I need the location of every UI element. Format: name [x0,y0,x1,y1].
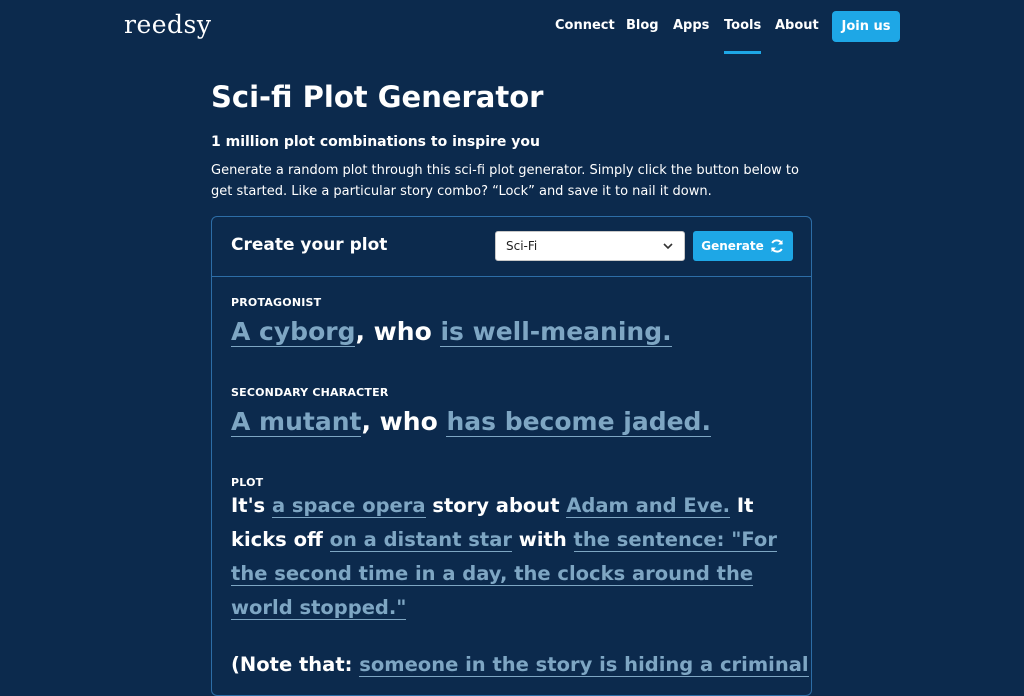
plot-paragraph: It's a space opera story about Adam and … [231,489,796,625]
plot-text-2: story about [425,494,567,517]
plot-text-4: with [512,528,574,551]
generate-button[interactable]: Generate [693,231,793,261]
plot-genre[interactable]: a space opera [271,494,426,518]
site-header: reedsy Connect Blog Apps Tools About Joi… [0,0,1024,56]
plot-setting[interactable]: on a distant star [329,528,513,552]
reedsy-logo[interactable]: reedsy [124,10,212,39]
secondary-trait[interactable]: has become jaded. [446,407,711,437]
chevron-down-icon [663,243,673,250]
nav-tools[interactable]: Tools [724,18,762,54]
genre-select[interactable]: Sci-Fi [495,231,685,261]
secondary-who[interactable]: A mutant [231,407,362,437]
secondary-label: SECONDARY CHARACTER [231,386,389,399]
plot-note: (Note that: someone in the story is hidi… [231,653,811,677]
nav-about[interactable]: About [775,18,819,33]
nav-apps[interactable]: Apps [673,18,709,33]
protagonist-trait[interactable]: is well-meaning. [440,317,672,347]
page-title: Sci-fi Plot Generator [211,80,544,114]
protagonist-who[interactable]: A cyborg [231,317,356,347]
generate-button-label: Generate [701,239,764,253]
plot-label: PLOT [231,476,264,489]
plot-card-header: Create your plot Sci-Fi Generate [212,217,811,277]
note-text-1: (Note that: [231,653,360,676]
note-twist[interactable]: someone in the story is hiding a crimina… [359,653,809,677]
genre-select-value: Sci-Fi [506,239,538,253]
nav-blog[interactable]: Blog [626,18,659,33]
plot-card: Create your plot Sci-Fi Generate PROTAGO… [211,216,812,696]
refresh-icon [770,239,783,253]
page-subtitle: 1 million plot combinations to inspire y… [211,134,540,150]
join-us-button[interactable]: Join us [832,11,900,42]
protagonist-sentence: A cyborg, who is well-meaning. [231,317,796,347]
protagonist-label: PROTAGONIST [231,296,322,309]
plot-text-1: It's [231,494,272,517]
secondary-connector: , who [361,407,447,436]
page-description: Generate a random plot through this sci-… [211,163,799,199]
secondary-sentence: A mutant, who has become jaded. [231,407,796,437]
protagonist-connector: , who [355,317,441,346]
nav-connect[interactable]: Connect [555,18,615,33]
plot-subject[interactable]: Adam and Eve. [566,494,731,518]
card-title: Create your plot [231,235,388,255]
